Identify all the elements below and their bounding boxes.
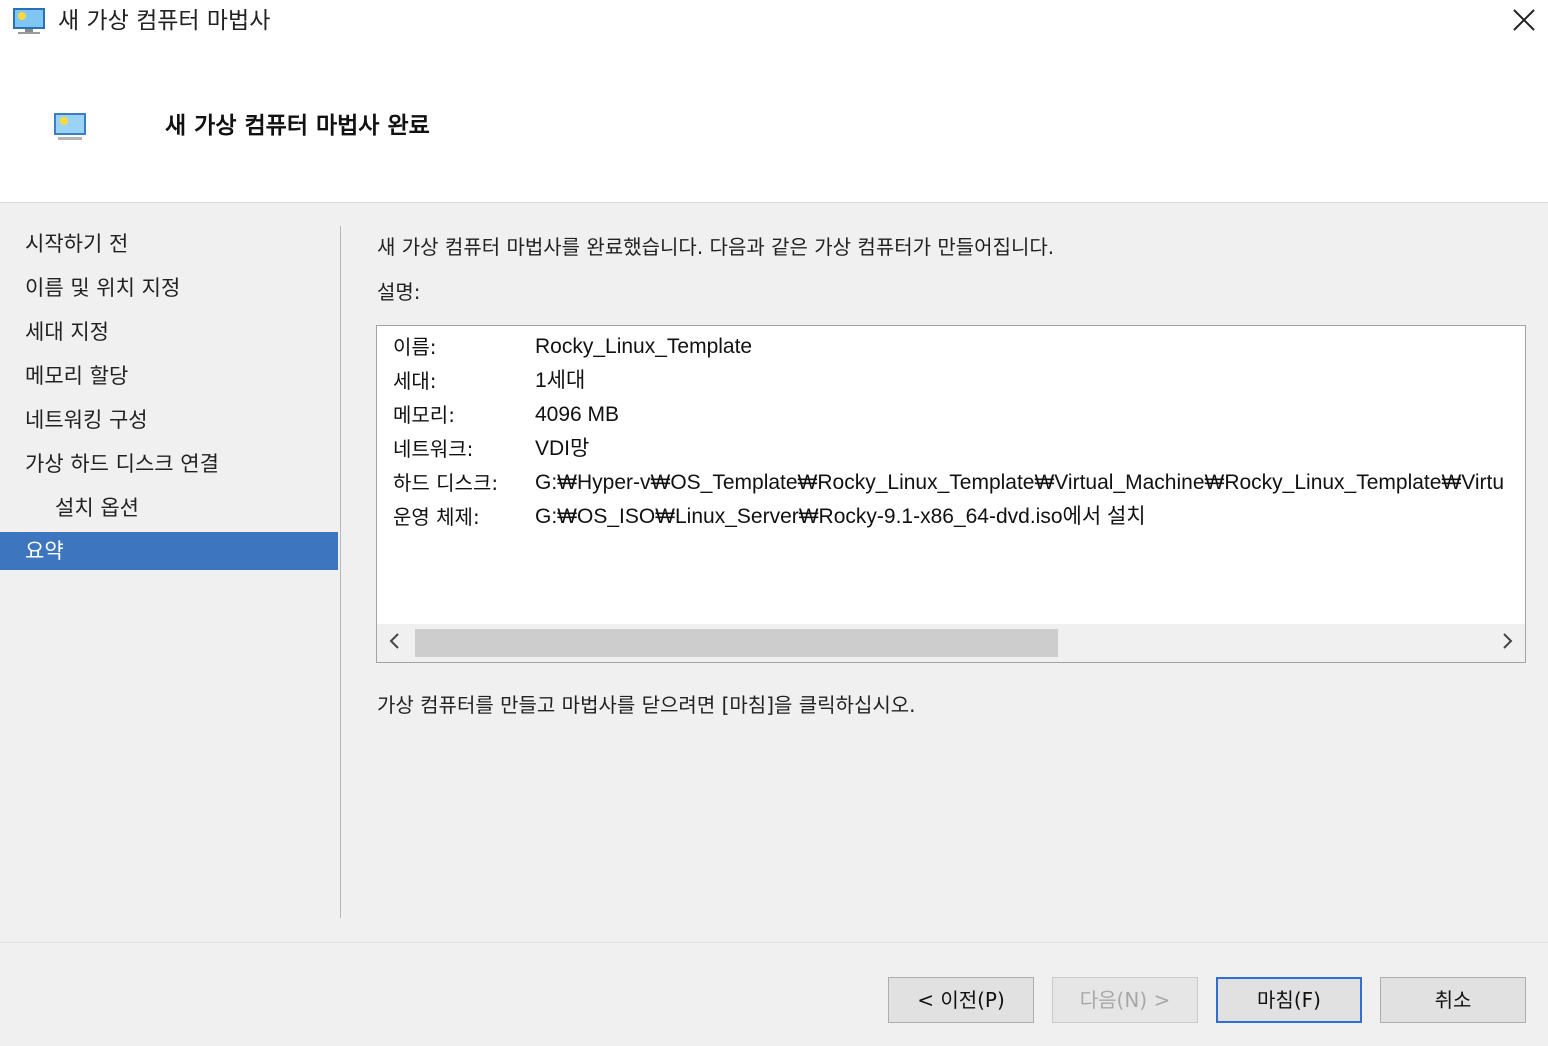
nav-item-virtual-hard-disk[interactable]: 가상 하드 디스크 연결 xyxy=(0,442,338,486)
scroll-left-button[interactable] xyxy=(377,624,413,662)
finish-button[interactable]: 마침(F) xyxy=(1216,977,1362,1023)
summary-content: 이름: Rocky_Linux_Template 세대: 1세대 메모리: 40… xyxy=(377,326,1525,624)
summary-value: 4096 MB xyxy=(535,403,620,426)
summary-value: G:₩OS_ISO₩Linux_Server₩Rocky-9.1-x86_64-… xyxy=(535,505,1146,528)
summary-value: G:₩Hyper-v₩OS_Template₩Rocky_Linux_Templ… xyxy=(535,471,1505,494)
wizard-header: 새 가상 컴퓨터 마법사 새 가상 컴퓨터 마법사 완료 xyxy=(0,0,1548,203)
scroll-right-button[interactable] xyxy=(1489,624,1525,662)
summary-key: 메모리: xyxy=(393,403,455,427)
page-title: 새 가상 컴퓨터 마법사 완료 xyxy=(165,113,430,139)
close-button[interactable] xyxy=(1500,0,1548,44)
window-title: 새 가상 컴퓨터 마법사 xyxy=(58,8,271,34)
summary-value: VDI망 xyxy=(535,437,590,460)
summary-value: 1세대 xyxy=(535,369,586,392)
intro-text: 새 가상 컴퓨터 마법사를 완료했습니다. 다음과 같은 가상 컴퓨터가 만들어… xyxy=(377,235,1055,259)
chevron-left-icon xyxy=(388,632,402,654)
previous-button[interactable]: < 이전(P) xyxy=(888,977,1034,1023)
monitor-icon xyxy=(12,6,46,36)
chevron-right-icon xyxy=(1500,632,1514,654)
nav-item-summary[interactable]: 요약 xyxy=(0,532,338,570)
cancel-button[interactable]: 취소 xyxy=(1380,977,1526,1023)
wizard-steps-nav: 시작하기 전 이름 및 위치 지정 세대 지정 메모리 할당 네트워킹 구성 가… xyxy=(0,222,338,570)
nav-item-installation-options[interactable]: 설치 옵션 xyxy=(0,486,338,530)
nav-item-generation[interactable]: 세대 지정 xyxy=(0,310,338,354)
nav-item-before-you-begin[interactable]: 시작하기 전 xyxy=(0,222,338,266)
summary-key: 이름: xyxy=(393,335,437,359)
summary-value: Rocky_Linux_Template xyxy=(535,335,753,358)
summary-box[interactable]: 이름: Rocky_Linux_Template 세대: 1세대 메모리: 40… xyxy=(376,325,1526,663)
nav-divider xyxy=(340,226,341,918)
close-icon xyxy=(1512,8,1536,36)
nav-item-name-and-location[interactable]: 이름 및 위치 지정 xyxy=(0,266,338,310)
next-button: 다음(N) > xyxy=(1052,977,1198,1023)
nav-item-networking[interactable]: 네트워킹 구성 xyxy=(0,398,338,442)
description-label: 설명: xyxy=(377,280,421,304)
nav-item-memory[interactable]: 메모리 할당 xyxy=(0,354,338,398)
scrollbar-thumb[interactable] xyxy=(415,629,1058,657)
summary-key: 네트워크: xyxy=(393,437,474,461)
summary-key: 운영 체제: xyxy=(393,505,480,529)
footer-divider xyxy=(0,942,1548,943)
horizontal-scrollbar[interactable] xyxy=(377,624,1525,662)
monitor-icon xyxy=(52,110,88,144)
summary-key: 하드 디스크: xyxy=(393,471,499,495)
summary-key: 세대: xyxy=(393,369,437,393)
finish-instruction: 가상 컴퓨터를 만들고 마법사를 닫으려면 [마침]을 클릭하십시오. xyxy=(377,693,916,717)
